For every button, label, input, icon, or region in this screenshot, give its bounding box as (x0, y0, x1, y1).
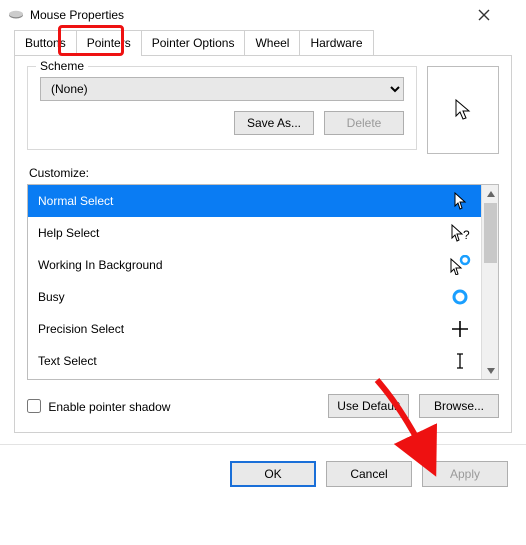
list-item-label: Normal Select (38, 194, 113, 208)
use-default-button[interactable]: Use Default (328, 394, 409, 418)
list-item[interactable]: Precision Select (28, 313, 481, 345)
dialog-buttons: OK Cancel Apply (0, 444, 526, 487)
tab-label: Pointers (87, 36, 131, 50)
cancel-button[interactable]: Cancel (326, 461, 412, 487)
tab-strip: Buttons Pointers Pointer Options Wheel H… (0, 30, 526, 56)
tab-pointer-options[interactable]: Pointer Options (141, 30, 246, 56)
list-item-label: Working In Background (38, 258, 163, 272)
ok-button[interactable]: OK (230, 461, 316, 487)
cursor-arrow-icon (449, 191, 471, 211)
enable-shadow-checkbox[interactable]: Enable pointer shadow (27, 399, 170, 414)
browse-button[interactable]: Browse... (419, 394, 499, 418)
list-item-label: Help Select (38, 226, 99, 240)
scheme-group: Scheme (None) Save As... Delete (27, 66, 417, 150)
list-item[interactable]: Help Select ? (28, 217, 481, 249)
list-item[interactable]: Working In Background (28, 249, 481, 281)
scroll-up-icon[interactable] (482, 185, 499, 202)
cursor-working-icon (449, 255, 471, 275)
tab-hardware[interactable]: Hardware (299, 30, 373, 56)
scroll-down-icon[interactable] (482, 362, 499, 379)
customize-listbox[interactable]: Normal Select Help Select ? Working In B… (27, 184, 499, 380)
scroll-thumb[interactable] (484, 203, 497, 263)
tab-label: Buttons (25, 36, 66, 50)
enable-shadow-label: Enable pointer shadow (48, 400, 170, 414)
cursor-preview (427, 66, 499, 154)
tab-label: Wheel (255, 36, 289, 50)
pointers-panel: Scheme (None) Save As... Delete Customiz… (14, 55, 512, 433)
window-title: Mouse Properties (30, 8, 478, 22)
scheme-group-label: Scheme (36, 59, 88, 73)
delete-button[interactable]: Delete (324, 111, 404, 135)
scrollbar[interactable] (481, 185, 498, 379)
list-item[interactable]: Text Select (28, 345, 481, 377)
mouse-icon (8, 10, 24, 20)
apply-button[interactable]: Apply (422, 461, 508, 487)
scheme-select[interactable]: (None) (40, 77, 404, 101)
tab-pointers[interactable]: Pointers (76, 30, 142, 56)
tab-label: Pointer Options (152, 36, 235, 50)
customize-label: Customize: (29, 166, 499, 180)
cursor-busy-icon (449, 288, 471, 306)
cursor-ibeam-icon (449, 352, 471, 370)
list-item-label: Busy (38, 290, 65, 304)
mouse-properties-window: Mouse Properties Buttons Pointers Pointe… (0, 0, 526, 545)
tab-wheel[interactable]: Wheel (244, 30, 300, 56)
tab-buttons[interactable]: Buttons (14, 30, 77, 56)
save-as-button[interactable]: Save As... (234, 111, 314, 135)
list-item-label: Text Select (38, 354, 97, 368)
list-item[interactable]: Normal Select (28, 185, 481, 217)
svg-text:?: ? (463, 228, 470, 242)
cursor-crosshair-icon (449, 320, 471, 338)
close-button[interactable] (478, 9, 518, 21)
tab-label: Hardware (310, 36, 362, 50)
list-item[interactable]: Busy (28, 281, 481, 313)
enable-shadow-input[interactable] (27, 399, 41, 413)
titlebar: Mouse Properties (0, 0, 526, 30)
list-item-label: Precision Select (38, 322, 124, 336)
cursor-help-icon: ? (449, 223, 471, 243)
